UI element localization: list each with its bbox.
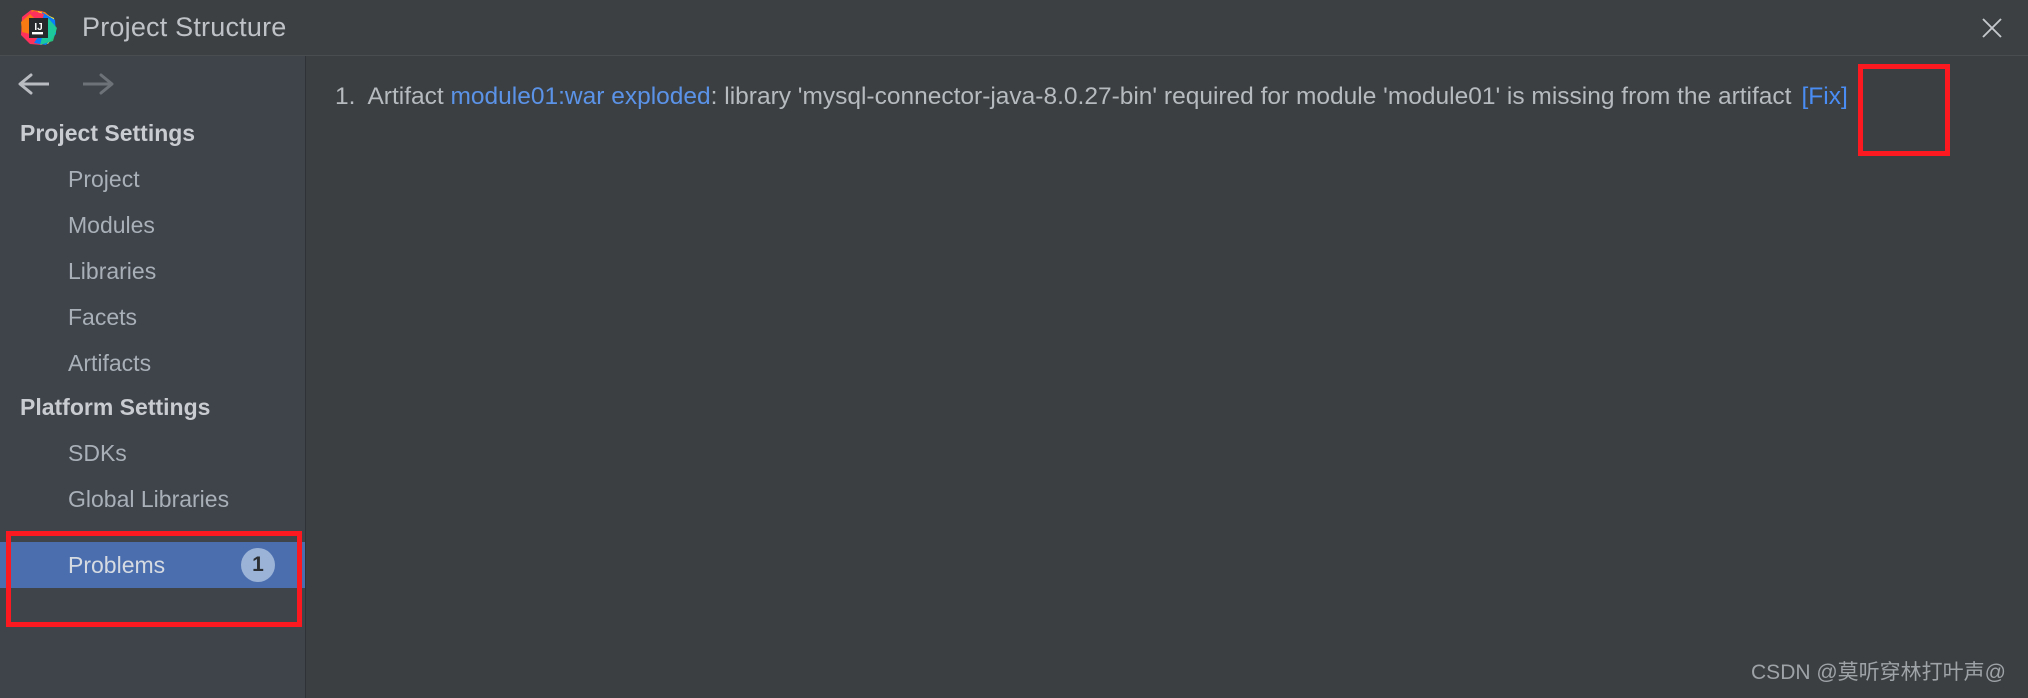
- artifact-link[interactable]: module01:war exploded: [451, 83, 711, 110]
- watermark-text: CSDN @莫听穿林打叶声@: [1751, 661, 2006, 684]
- close-icon[interactable]: [1956, 0, 2028, 56]
- project-structure-window: IJ Project Structure Project Settings Pr…: [0, 0, 2028, 698]
- sidebar-item-global-libraries[interactable]: Global Libraries: [0, 476, 305, 522]
- navigation-row: [0, 56, 305, 112]
- sidebar-divider: [10, 532, 295, 534]
- svg-text:IJ: IJ: [34, 22, 42, 33]
- sidebar-item-modules[interactable]: Modules: [0, 202, 305, 248]
- sidebar-item-sdks[interactable]: SDKs: [0, 430, 305, 476]
- problems-content-panel: 1. Artifact module01:war exploded: librar…: [307, 56, 2028, 698]
- fix-link[interactable]: [Fix]: [1801, 83, 1847, 110]
- problems-count-badge: 1: [241, 548, 275, 583]
- arrow-right-icon[interactable]: [80, 69, 118, 99]
- problem-message: : library 'mysql-connector-java-8.0.27-b…: [710, 83, 1792, 110]
- problem-number: 1.: [335, 83, 356, 110]
- sidebar-item-problems-label: Problems: [68, 551, 166, 578]
- sidebar-item-facets[interactable]: Facets: [0, 294, 305, 340]
- sidebar-item-project[interactable]: Project: [0, 156, 305, 202]
- window-title: Project Structure: [82, 12, 287, 42]
- sidebar-group-header-project-settings: Project Settings: [20, 120, 196, 146]
- problem-list-item: 1. Artifact module01:war exploded: librar…: [335, 80, 2008, 114]
- sidebar-group-header-platform-settings: Platform Settings: [20, 394, 211, 421]
- sidebar-item-libraries[interactable]: Libraries: [0, 248, 305, 294]
- arrow-left-icon[interactable]: [14, 69, 52, 99]
- sidebar-item-problems[interactable]: Problems 1: [0, 542, 305, 589]
- title-bar: IJ Project Structure: [0, 0, 2028, 56]
- problem-prefix: Artifact: [367, 83, 444, 110]
- intellij-idea-logo-icon: IJ: [18, 8, 58, 48]
- sidebar-item-artifacts[interactable]: Artifacts: [0, 340, 305, 386]
- settings-sidebar: Project Settings Project Modules Librari…: [0, 56, 306, 698]
